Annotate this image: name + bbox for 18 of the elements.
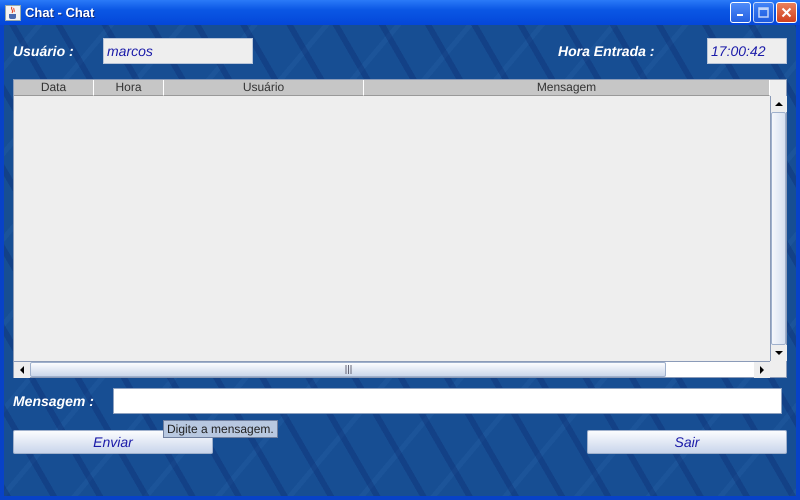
window-title: Chat - Chat (25, 5, 96, 20)
scroll-thumb[interactable] (30, 362, 666, 377)
exit-button[interactable]: Sair (587, 430, 787, 454)
maximize-button[interactable] (753, 2, 774, 23)
close-button[interactable] (776, 2, 797, 23)
field-label: Hora Entrada : (558, 43, 656, 59)
tooltip: Digite a mensagem. (163, 420, 278, 438)
field-label: Usuário : (13, 43, 75, 59)
field-label: Mensagem : (13, 393, 95, 409)
message-field[interactable] (113, 388, 782, 414)
coffee-cup-icon (5, 4, 21, 20)
user-field[interactable]: marcos (103, 38, 253, 64)
horizontal-scrollbar[interactable] (14, 361, 770, 377)
maximize-icon (758, 7, 769, 18)
minimize-button[interactable] (730, 2, 751, 23)
time-field[interactable]: 17:00:42 (707, 38, 787, 64)
close-icon (781, 7, 792, 18)
message-table[interactable]: Data Hora Usuário Mensagem (13, 79, 787, 378)
